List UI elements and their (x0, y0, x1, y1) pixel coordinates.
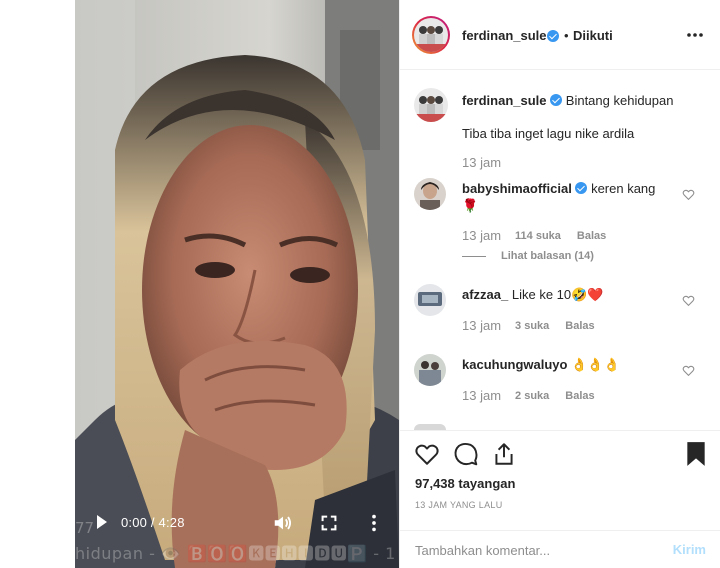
comment-time: 13 jam (462, 388, 502, 403)
comment-avatar[interactable] (414, 178, 446, 210)
comment-likes[interactable]: 114 suka (515, 230, 561, 242)
comment-likes[interactable]: 2 suka (515, 390, 549, 402)
more-horizontal-icon[interactable] (686, 28, 704, 42)
post-actions: 97,438 tayangan 13 JAM YANG LALU (400, 430, 720, 530)
comment-username[interactable]: kacuhungwaluyo (462, 357, 567, 372)
heart-icon[interactable] (414, 441, 440, 467)
comment-meta: 13 jam 2 suka Balas (462, 388, 595, 403)
share-icon[interactable] (491, 441, 517, 467)
comment-icon[interactable] (453, 441, 479, 467)
verified-badge-icon (550, 94, 563, 106)
comment-text: afzzaa_ Like ke 10🤣❤️ (462, 286, 692, 304)
post-comment-button[interactable]: Kirim (673, 542, 706, 557)
caption-line2: Tiba tiba inget lagu nike ardila (462, 126, 635, 141)
view-count[interactable]: 97,438 tayangan (415, 476, 515, 491)
comment-like-icon[interactable] (682, 188, 695, 201)
reply-button[interactable]: Balas (565, 320, 594, 332)
view-replies-button[interactable]: Lihat balasan (14) (501, 250, 594, 262)
comment-username[interactable]: babyshimaofficial (462, 181, 572, 196)
avatar[interactable] (414, 18, 448, 52)
comment-meta: 13 jam 3 suka Balas (462, 318, 595, 333)
more-vertical-icon[interactable] (363, 512, 385, 534)
comment-message: Like ke 10🤣❤️ (511, 287, 604, 302)
caption-line1: Bintang kehidupan (565, 93, 674, 108)
replies-divider (462, 256, 486, 257)
follow-status-button[interactable]: Diikuti (573, 28, 613, 43)
comment-time: 13 jam (462, 318, 502, 333)
comment-text: kacuhungwaluyo 👌👌👌 (462, 356, 692, 374)
rose-emoji: 🌹 (462, 198, 479, 213)
comment-likes[interactable]: 3 suka (515, 320, 549, 332)
verified-badge-icon (575, 182, 588, 194)
header-separator: • (564, 28, 569, 43)
comment-time: 13 jam (462, 228, 502, 243)
comment-username[interactable]: afzzaa_ (462, 287, 508, 302)
play-icon[interactable] (97, 515, 107, 529)
video-overlay-text: hidupan - 👁️ 🅱️🅾️🅾️🅺️🅴️🅷️🅸️🅳️🆄️🅿️ - 1 (75, 544, 396, 563)
video-frame (75, 0, 399, 568)
video-controls: 0:00 / 4:28 (75, 503, 399, 543)
volume-icon[interactable] (272, 512, 294, 534)
fullscreen-icon[interactable] (318, 512, 340, 534)
reply-button[interactable]: Balas (565, 390, 594, 402)
caption: ferdinan_sule Bintang kehidupan (462, 92, 712, 110)
post-side-panel: ferdinan_sule • Diikuti ferdinan_sule Bi… (399, 0, 720, 568)
verified-badge-icon (547, 30, 559, 42)
comment-message: 👌👌👌 (571, 357, 620, 372)
video-time: 0:00 / 4:28 (121, 515, 185, 530)
comment-avatar[interactable] (414, 354, 446, 386)
video-player[interactable]: 77 hidupan - 👁️ 🅱️🅾️🅾️🅺️🅴️🅷️🅸️🅳️🆄️🅿️ - 1… (75, 0, 399, 568)
comment-like-icon[interactable] (682, 294, 695, 307)
comment-meta: 13 jam 114 suka Balas (462, 228, 606, 243)
bookmark-icon[interactable] (685, 441, 707, 467)
comment-avatar[interactable] (414, 284, 446, 316)
caption-username[interactable]: ferdinan_sule (462, 93, 547, 108)
post-header: ferdinan_sule • Diikuti (400, 0, 720, 70)
add-comment-bar: Kirim (400, 530, 720, 568)
caption-avatar[interactable] (414, 88, 448, 122)
caption-time: 13 jam (462, 155, 502, 170)
comment-message: keren kang (591, 181, 656, 196)
comment-text: babyshimaofficial keren kang (462, 180, 692, 198)
comment-like-icon[interactable] (682, 364, 695, 377)
comment-input[interactable] (415, 539, 655, 561)
post-timestamp: 13 JAM YANG LALU (415, 500, 503, 510)
reply-button[interactable]: Balas (577, 230, 606, 242)
caption-meta: 13 jam (462, 155, 515, 170)
header-username[interactable]: ferdinan_sule (462, 28, 547, 43)
